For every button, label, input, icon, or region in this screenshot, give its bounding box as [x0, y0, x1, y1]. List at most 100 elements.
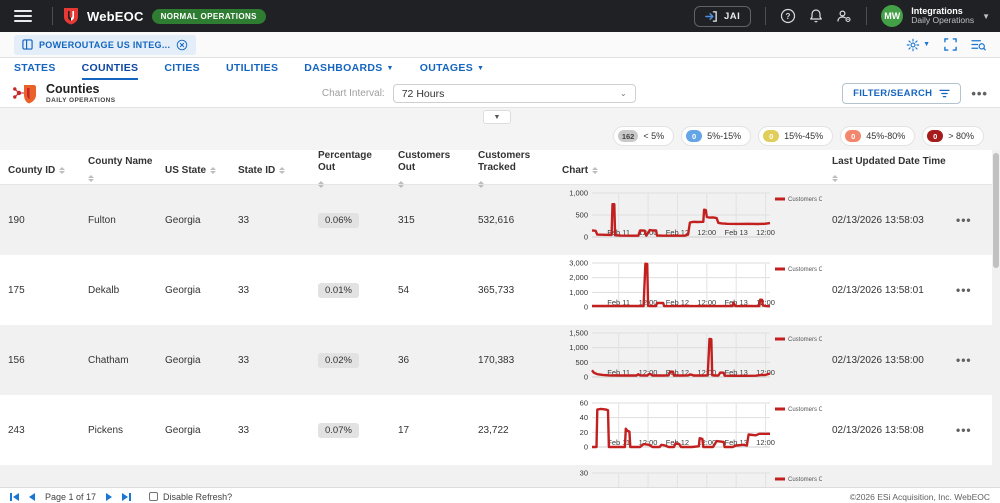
chevron-down-icon: ⌄ [620, 89, 627, 98]
legend-pill[interactable]: 045%-80% [840, 126, 915, 146]
collapse-panel-button[interactable]: ▼ [483, 110, 511, 124]
column-header-chart[interactable]: Chart [554, 164, 824, 177]
jai-assistant-button[interactable]: JAI [694, 6, 751, 27]
cell-county-name: Dekalb [80, 285, 157, 296]
cell-customers-out: 17 [390, 425, 470, 436]
cell-county-name: Chatham [80, 355, 157, 366]
previous-page-button[interactable] [29, 493, 35, 501]
sort-icon [279, 164, 285, 177]
svg-text:Customers Out: Customers Out [788, 477, 822, 483]
svg-text:1,000: 1,000 [569, 343, 588, 352]
chart-interval-label: Chart Interval: [322, 88, 385, 99]
cell-us-state: Georgia [157, 215, 230, 226]
column-header-county-id[interactable]: County ID [0, 164, 80, 177]
svg-text:20: 20 [580, 427, 588, 436]
svg-text:30: 30 [580, 468, 588, 477]
table-row[interactable]: 243PickensGeorgia330.07%1723,7220204060F… [0, 395, 1000, 465]
column-header-percentage-out[interactable]: Percentage Out [310, 150, 390, 191]
tab-outages[interactable]: OUTAGES▼ [420, 62, 484, 78]
legend-label: < 5% [643, 131, 664, 141]
tab-cities[interactable]: CITIES [164, 62, 200, 78]
admin-user-settings-icon[interactable] [836, 8, 852, 24]
svg-text:1,500: 1,500 [569, 328, 588, 337]
tab-counties[interactable]: COUNTIES [82, 62, 139, 80]
svg-text:Customers Out: Customers Out [788, 267, 822, 273]
legend-count-badge: 0 [686, 130, 702, 142]
legend-count-badge: 0 [927, 130, 943, 142]
table-row[interactable]: 175DekalbGeorgia330.01%54365,73301,0002,… [0, 255, 1000, 325]
filter-icon [939, 89, 950, 98]
cell-customers-tracked: 170,383 [470, 355, 554, 366]
legend-label: > 80% [948, 131, 974, 141]
outage-severity-legend: 162< 5%05%-15%015%-45%045%-80%0> 80% [613, 126, 984, 146]
cell-us-state: Georgia [157, 355, 230, 366]
page-title: Counties [46, 83, 116, 97]
filter-search-button[interactable]: FILTER/SEARCH [842, 83, 961, 104]
chevron-down-icon: ▼ [387, 65, 394, 72]
tab-utilities[interactable]: UTILITIES [226, 62, 278, 78]
customers-out-sparkline: 05001,0001,500Feb 1112:00Feb 1212:00Feb … [562, 327, 822, 391]
column-header-customers-tracked[interactable]: Customers Tracked [470, 150, 554, 191]
column-header-last-updated-date-time[interactable]: Last Updated Date Time [824, 156, 952, 185]
svg-text:12:00: 12:00 [756, 438, 775, 447]
tab-states[interactable]: STATES [14, 62, 56, 78]
view-tabs: STATES COUNTIES CITIES UTILITIES DASHBOARDS▼… [0, 58, 1000, 80]
sort-icon [210, 164, 216, 177]
divider [866, 7, 867, 25]
svg-text:Customers Out: Customers Out [788, 197, 822, 203]
board-tab-poweroutage[interactable]: POWEROUTAGE US INTEG... [14, 35, 196, 55]
table-row[interactable]: 156ChathamGeorgia330.02%36170,38305001,0… [0, 325, 1000, 395]
column-header-us-state[interactable]: US State [157, 164, 230, 177]
legend-label: 45%-80% [866, 131, 905, 141]
tab-dashboards[interactable]: DASHBOARDS▼ [304, 62, 394, 78]
legend-strip: ▼ 162< 5%05%-15%015%-45%045%-80%0> 80% [0, 108, 1000, 150]
cell-last-updated: 02/13/2026 13:58:01 [824, 285, 952, 296]
last-page-button[interactable] [122, 493, 131, 501]
more-options-icon[interactable]: ••• [971, 86, 988, 101]
customers-out-sparkline: 05001,000Feb 1112:00Feb 1212:00Feb 1312:… [562, 187, 822, 251]
cell-county-name: Fulton [80, 215, 157, 226]
user-profile-menu[interactable]: MW Integrations Daily Operations ▼ [881, 5, 990, 27]
cell-percentage-out: 0.06% [310, 213, 390, 228]
top-bar: WebEOC NORMAL OPERATIONS JAI ? MW Integr… [0, 0, 1000, 32]
cell-state-id: 33 [230, 215, 310, 226]
divider [52, 7, 53, 25]
percentage-out-badge: 0.07% [318, 423, 359, 438]
board-settings-gear-icon[interactable]: ▼ [906, 38, 930, 52]
legend-count-badge: 0 [763, 130, 779, 142]
close-icon[interactable] [176, 39, 188, 51]
hamburger-menu-icon[interactable] [14, 10, 32, 22]
first-page-button[interactable] [10, 493, 19, 501]
column-header-county-name[interactable]: County Name [80, 156, 157, 185]
search-records-icon[interactable] [971, 38, 986, 51]
table-body: 190FultonGeorgia330.06%315532,61605001,0… [0, 185, 1000, 487]
chevron-down-icon: ▼ [982, 12, 990, 21]
cell-chart: 05001,0001,500Feb 1112:00Feb 1212:00Feb … [554, 327, 824, 394]
fullscreen-icon[interactable] [944, 38, 957, 51]
notifications-bell-icon[interactable] [808, 8, 824, 24]
counties-board-icon [12, 83, 38, 105]
table-row[interactable]: 30Feb 1112:00Feb 1212:00Feb 1312:00Custo… [0, 465, 1000, 487]
legend-pill[interactable]: 0 > 80% [922, 126, 984, 146]
legend-label: 15%-45% [784, 131, 823, 141]
column-header-state-id[interactable]: State ID [230, 164, 310, 177]
customers-out-sparkline: 01,0002,0003,000Feb 1112:00Feb 1212:00Fe… [562, 257, 822, 321]
legend-pill[interactable]: 05%-15% [681, 126, 751, 146]
column-header-customers-out[interactable]: Customers Out [390, 150, 470, 191]
chart-interval-select[interactable]: 72 Hours ⌄ [393, 84, 636, 103]
vertical-scrollbar[interactable] [992, 150, 1000, 487]
svg-text:2,000: 2,000 [569, 273, 588, 282]
table-row[interactable]: 190FultonGeorgia330.06%315532,61605001,0… [0, 185, 1000, 255]
cell-county-id: 243 [0, 425, 80, 436]
help-icon[interactable]: ? [780, 8, 796, 24]
legend-pill[interactable]: 162< 5% [613, 126, 674, 146]
cell-customers-tracked: 532,616 [470, 215, 554, 226]
cell-customers-tracked: 23,722 [470, 425, 554, 436]
scrollbar-thumb[interactable] [993, 153, 999, 268]
svg-text:1,000: 1,000 [569, 287, 588, 296]
next-page-button[interactable] [106, 493, 112, 501]
disable-refresh-checkbox[interactable] [149, 492, 158, 501]
legend-pill[interactable]: 0 15%-45% [758, 126, 833, 146]
cell-us-state: Georgia [157, 425, 230, 436]
user-avatar: MW [881, 5, 903, 27]
